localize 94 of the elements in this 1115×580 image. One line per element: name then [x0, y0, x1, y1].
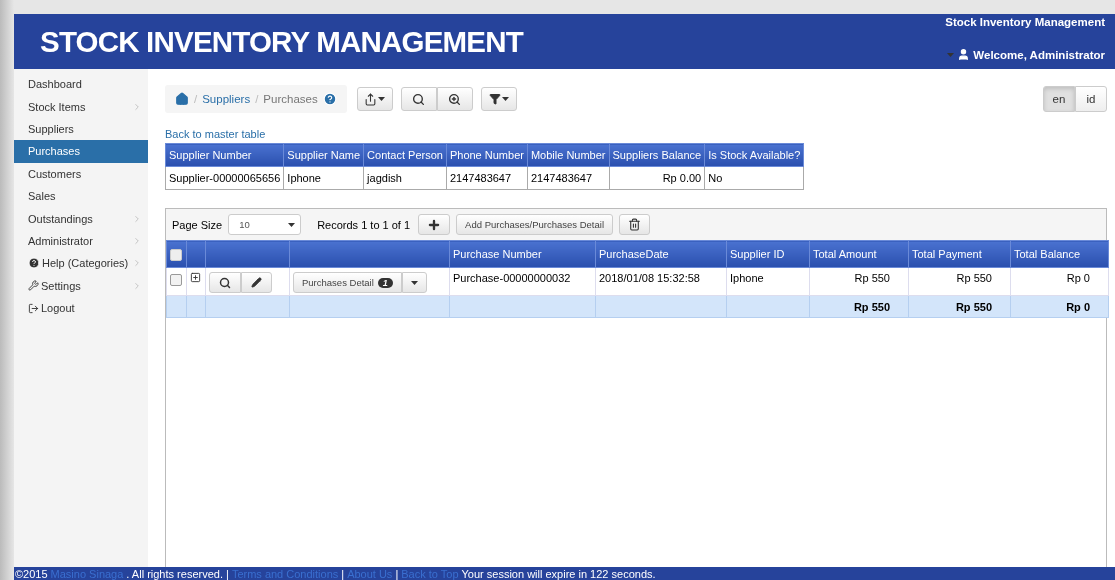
sidebar-item[interactable]: Outstandings	[14, 207, 148, 230]
view-button[interactable]	[209, 272, 241, 293]
trash-icon	[628, 218, 641, 231]
select-all-checkbox[interactable]	[170, 248, 182, 261]
column-header: Suppliers Balance	[609, 143, 705, 167]
page-size-label: Page Size	[172, 218, 223, 231]
table-cell: jagdish	[363, 166, 447, 190]
column-header: Phone Number	[446, 143, 528, 167]
table-cell: Rp 550	[809, 267, 909, 296]
table-cell: Rp 0	[1010, 267, 1109, 296]
footer-text: |	[341, 567, 345, 580]
sidebar-item[interactable]: Dashboard	[14, 73, 148, 96]
column-header: Contact Person	[363, 143, 447, 167]
table-cell: No	[704, 166, 804, 190]
footer-text: ©2015	[15, 567, 48, 580]
export-button[interactable]	[356, 87, 393, 111]
chevron-icon	[132, 101, 142, 112]
column-header: PurchaseDate	[595, 240, 727, 268]
count-badge: 1	[377, 277, 393, 288]
chevron-icon	[132, 280, 142, 291]
chevron-icon	[132, 258, 142, 269]
language-button[interactable]: id	[1075, 86, 1107, 112]
column-header: Total Payment	[908, 240, 1011, 268]
records-count: Records 1 to 1 of 1	[317, 218, 411, 231]
table-cell: Iphone	[283, 166, 364, 190]
table-cell: 2147483647	[446, 166, 528, 190]
table-cell: Purchase-00000000032	[449, 267, 596, 296]
sidebar-item[interactable]: Sales	[14, 184, 148, 208]
search-button[interactable]	[400, 87, 437, 111]
caret-icon	[501, 97, 509, 101]
table-cell: Rp 0.00	[609, 166, 705, 190]
help-icon[interactable]	[322, 92, 337, 106]
zoom-in-icon	[448, 92, 462, 106]
advanced-search-button[interactable]	[436, 87, 473, 111]
sidebar-item[interactable]: Settings	[14, 274, 148, 297]
language-button[interactable]: en	[1043, 86, 1075, 112]
pencil-icon	[251, 277, 262, 288]
plus-icon	[427, 217, 442, 232]
footer-text: |	[395, 567, 399, 580]
table-cell: Supplier-00000065656	[165, 166, 284, 190]
app-name: Stock Inventory Management	[945, 16, 1105, 28]
detail-button[interactable]: Purchases Detail 1	[293, 272, 402, 293]
edit-button[interactable]	[241, 272, 272, 293]
row-checkbox[interactable]	[170, 274, 182, 286]
app-title: STOCK INVENTORY MANAGEMENT	[40, 24, 523, 59]
caret-icon	[410, 280, 418, 285]
column-header: Mobile Number	[527, 143, 609, 167]
chevron-icon	[132, 235, 142, 246]
detail-dropdown-button[interactable]	[401, 272, 427, 293]
wrench-icon	[28, 280, 39, 292]
sidebar-item[interactable]: Administrator	[14, 229, 148, 253]
sidebar-item[interactable]: Stock Items	[14, 95, 148, 118]
column-header: Total Amount	[809, 240, 909, 268]
caret-icon	[378, 97, 386, 101]
home-icon[interactable]	[175, 92, 189, 106]
share-icon	[364, 92, 378, 106]
column-header: Is Stock Available?	[704, 143, 804, 167]
caret-icon	[288, 222, 296, 227]
search-icon	[412, 92, 426, 106]
sidebar-item[interactable]: Help (Categories)	[14, 252, 148, 275]
footer-text: Your session will expire in 122 seconds.	[461, 567, 656, 580]
page-size-select[interactable]: 10	[228, 214, 302, 235]
chevron-icon	[132, 213, 142, 224]
user-icon	[957, 48, 971, 61]
add-detail-button[interactable]: Add Purchases/Purchases Detail	[456, 214, 613, 235]
table-cell: 2018/01/08 15:32:58	[595, 267, 727, 296]
sidebar-item[interactable]: Customers	[14, 162, 148, 185]
filter-button[interactable]	[480, 87, 517, 111]
delete-button[interactable]	[619, 214, 650, 235]
breadcrumb-separator: /	[255, 93, 259, 105]
table-cell: 2147483647	[527, 166, 609, 190]
dropdown-caret-icon	[947, 52, 955, 57]
column-header: Supplier ID	[726, 240, 810, 268]
column-header: Supplier Number	[165, 143, 284, 167]
column-header: Supplier Name	[283, 143, 364, 167]
help-icon	[28, 257, 40, 270]
back-link[interactable]: Back to master table	[165, 128, 266, 140]
breadcrumb-current: Purchases	[263, 93, 318, 105]
sidebar-item[interactable]: Purchases	[14, 140, 148, 163]
breadcrumb-link[interactable]: Suppliers	[202, 93, 251, 105]
sidebar-item[interactable]: Logout	[14, 296, 148, 320]
breadcrumb-separator: /	[194, 93, 198, 105]
column-header: Total Balance	[1010, 240, 1109, 268]
search-icon	[219, 276, 231, 289]
table-cell: Iphone	[726, 267, 810, 296]
footer-text: . All rights reserved. |	[126, 567, 229, 580]
sidebar-item[interactable]: Suppliers	[14, 117, 148, 141]
welcome-link[interactable]: Welcome, Administrator	[973, 48, 1105, 61]
table-cell: Rp 550	[908, 267, 1011, 296]
add-button[interactable]	[418, 214, 451, 235]
filter-icon	[488, 93, 501, 105]
column-header: Purchase Number	[449, 240, 596, 268]
logout-icon	[28, 302, 39, 314]
expand-icon[interactable]	[190, 272, 201, 283]
